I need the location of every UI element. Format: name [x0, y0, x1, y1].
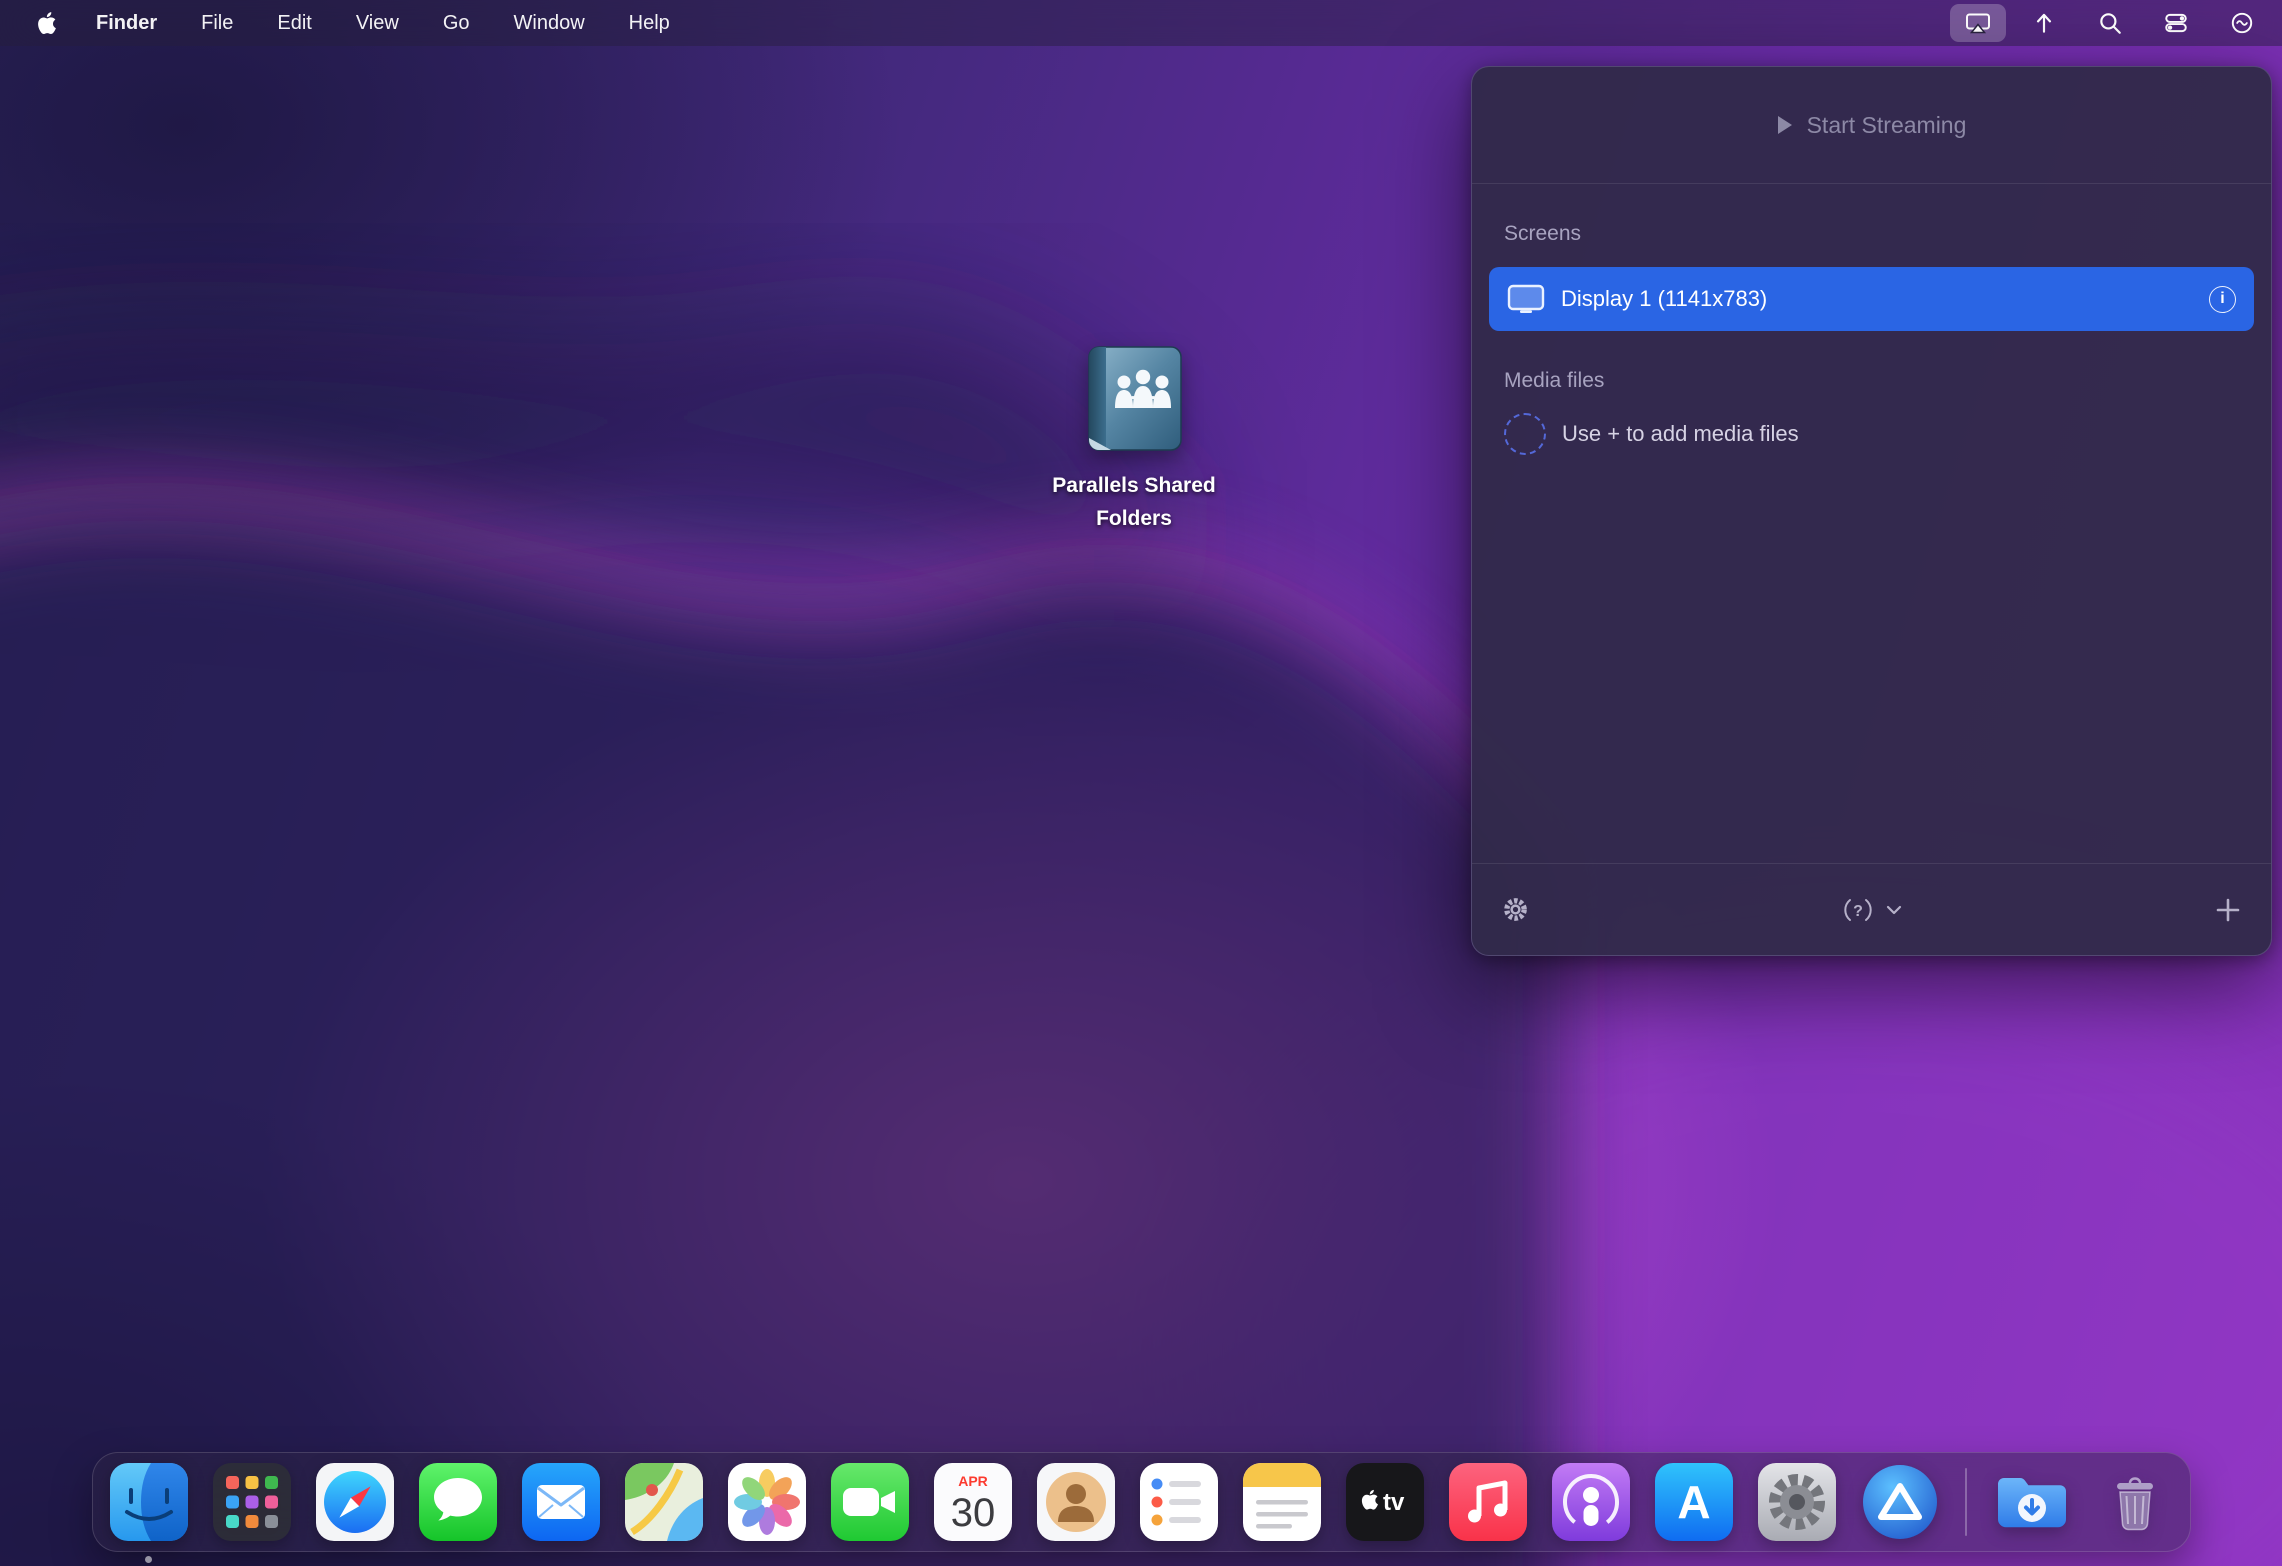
menu-file[interactable]: File	[179, 0, 255, 46]
dock-item-finder[interactable]	[107, 1460, 191, 1544]
app-store-icon: A	[1652, 1460, 1736, 1544]
display-icon	[1507, 283, 1545, 315]
arrow-up-status-icon	[2031, 10, 2057, 36]
display-label: Display 1 (1141x783)	[1561, 286, 1767, 312]
start-streaming-label: Start Streaming	[1807, 112, 1967, 139]
add-media-button[interactable]	[2215, 897, 2241, 923]
music-icon	[1446, 1460, 1530, 1544]
screens-section-label: Screens	[1504, 222, 2254, 246]
mail-icon	[519, 1460, 603, 1544]
photos-icon	[725, 1460, 809, 1544]
messages-icon	[416, 1460, 500, 1544]
media-hint-text: Use + to add media files	[1562, 421, 1799, 447]
search-icon	[2097, 10, 2123, 36]
dock-item-app-store[interactable]: A	[1652, 1460, 1736, 1544]
svg-text:APR: APR	[958, 1473, 988, 1489]
podcasts-icon	[1549, 1460, 1633, 1544]
siri-icon	[2229, 10, 2255, 36]
dock-item-contacts[interactable]	[1034, 1460, 1118, 1544]
footer-center-group: ?	[1842, 896, 1902, 924]
control-center-menu-extra[interactable]	[2148, 4, 2204, 42]
dock-item-messages[interactable]	[416, 1460, 500, 1544]
plus-icon	[2215, 897, 2241, 923]
display-row[interactable]: Display 1 (1141x783) i	[1489, 267, 2254, 331]
apple-menu[interactable]	[18, 0, 74, 46]
screen-mirroring-icon	[1965, 10, 1991, 36]
dock-item-downloads[interactable]	[1990, 1460, 2074, 1544]
svg-text:?: ?	[1853, 903, 1863, 920]
dock-item-podcasts[interactable]	[1549, 1460, 1633, 1544]
dock-item-maps[interactable]	[622, 1460, 706, 1544]
menu-bar-left: Finder File Edit View Go Window Help	[0, 0, 692, 46]
safari-icon	[313, 1460, 397, 1544]
menu-bar-status-area	[1950, 0, 2282, 46]
dock-item-apple-tv[interactable]: tv	[1343, 1460, 1427, 1544]
info-icon[interactable]: i	[2209, 286, 2236, 313]
system-preferences-icon	[1755, 1460, 1839, 1544]
desktop-icon-label: Parallels Shared Folders	[1032, 470, 1237, 535]
dock: APR 30	[92, 1452, 2191, 1552]
menu-window[interactable]: Window	[492, 0, 607, 46]
media-hint-row: Use + to add media files	[1504, 413, 2254, 455]
status-menu-extra[interactable]	[2016, 4, 2072, 42]
launchpad-icon	[210, 1460, 294, 1544]
svg-text:A: A	[1677, 1476, 1710, 1528]
menu-go[interactable]: Go	[421, 0, 492, 46]
finder-icon	[107, 1460, 191, 1544]
shared-folders-drive-icon	[1079, 344, 1189, 458]
dock-item-streaming-app[interactable]	[1858, 1460, 1942, 1544]
dock-item-notes[interactable]	[1240, 1460, 1324, 1544]
streaming-app-icon	[1858, 1460, 1942, 1544]
reminders-icon	[1137, 1460, 1221, 1544]
apple-logo-icon	[36, 11, 56, 35]
popover-footer: ?	[1472, 863, 2271, 955]
svg-text:30: 30	[951, 1491, 996, 1535]
dock-item-mail[interactable]	[519, 1460, 603, 1544]
menu-help[interactable]: Help	[607, 0, 692, 46]
notes-icon	[1240, 1460, 1324, 1544]
play-icon	[1777, 115, 1793, 135]
dock-divider	[1965, 1468, 1967, 1536]
control-center-icon	[2163, 10, 2189, 36]
dock-item-launchpad[interactable]	[210, 1460, 294, 1544]
chevron-down-icon	[1886, 905, 1902, 915]
svg-text:tv: tv	[1383, 1489, 1405, 1516]
streaming-popover: Start Streaming Screens Display 1 (1141x…	[1471, 66, 2272, 956]
desktop-screen: Finder File Edit View Go Window Help	[0, 0, 2282, 1566]
spotlight-menu-extra[interactable]	[2082, 4, 2138, 42]
dock-item-reminders[interactable]	[1137, 1460, 1221, 1544]
media-section-label: Media files	[1504, 369, 2254, 393]
help-icon: ?	[1842, 896, 1874, 924]
gear-icon	[1502, 896, 1529, 923]
settings-button[interactable]	[1502, 896, 1529, 923]
dock-item-safari[interactable]	[313, 1460, 397, 1544]
help-button[interactable]: ?	[1842, 896, 1874, 924]
dock-item-photos[interactable]	[725, 1460, 809, 1544]
facetime-icon	[828, 1460, 912, 1544]
menu-view[interactable]: View	[334, 0, 421, 46]
app-menu-finder[interactable]: Finder	[74, 0, 179, 46]
dock-item-calendar[interactable]: APR 30	[931, 1460, 1015, 1544]
finder-running-indicator	[145, 1556, 152, 1563]
popover-body: Screens Display 1 (1141x783) i Media fil…	[1472, 184, 2271, 863]
dock-item-facetime[interactable]	[828, 1460, 912, 1544]
apple-tv-icon: tv	[1343, 1460, 1427, 1544]
dock-item-system-preferences[interactable]	[1755, 1460, 1839, 1544]
maps-icon	[622, 1460, 706, 1544]
menu-bar: Finder File Edit View Go Window Help	[0, 0, 2282, 46]
screen-mirroring-menu-extra[interactable]	[1950, 4, 2006, 42]
dock-item-trash[interactable]	[2093, 1460, 2177, 1544]
chevron-button[interactable]	[1886, 905, 1902, 915]
start-streaming-button[interactable]: Start Streaming	[1771, 111, 1973, 140]
downloads-folder-icon	[1990, 1460, 2074, 1544]
menu-edit[interactable]: Edit	[255, 0, 333, 46]
dock-item-music[interactable]	[1446, 1460, 1530, 1544]
contacts-icon	[1034, 1460, 1118, 1544]
calendar-icon: APR 30	[931, 1460, 1015, 1544]
desktop-icon-parallels-shared-folders[interactable]: Parallels Shared Folders	[1024, 344, 1244, 535]
siri-menu-extra[interactable]	[2214, 4, 2270, 42]
dashed-circle-icon	[1504, 413, 1546, 455]
popover-header: Start Streaming	[1472, 67, 2271, 184]
trash-icon	[2093, 1460, 2177, 1544]
